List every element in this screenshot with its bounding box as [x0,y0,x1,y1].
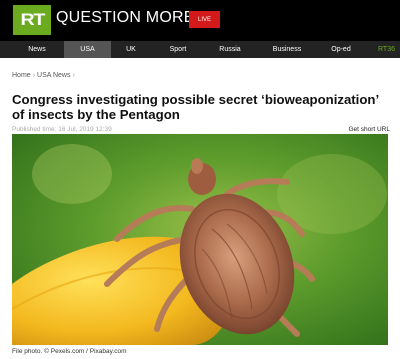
photo-caption: File photo. © Pexels.com / Pixabay.com [12,348,127,355]
nav-item-russia[interactable]: Russia [214,41,246,58]
main-nav: News USA UK Sport Russia Business Op-ed … [0,41,400,58]
breadcrumb-separator: › [72,72,75,79]
breadcrumb-home[interactable]: Home [12,72,31,79]
tick-photo-icon [12,134,388,345]
site-header: RT QUESTION MORE LIVE [0,0,400,41]
breadcrumb: Home › USA News › [12,72,77,79]
nav-item-business[interactable]: Business [269,41,305,58]
rt-logo[interactable]: RT [13,5,51,35]
nav-item-rt360[interactable]: RT36 [378,41,400,58]
breadcrumb-usa-news[interactable]: USA News [37,72,70,79]
nav-item-uk[interactable]: UK [119,41,143,58]
article-photo [12,134,388,345]
nav-item-usa[interactable]: USA [64,41,111,58]
nav-item-news[interactable]: News [22,41,52,58]
article-title: Congress investigating possible secret ‘… [12,92,379,122]
site-tagline: QUESTION MORE [56,9,195,26]
nav-item-sport[interactable]: Sport [164,41,192,58]
short-url-link[interactable]: Get short URL [348,126,390,133]
logo-text: RT [20,10,45,29]
published-time: Published time: 16 Jul, 2019 12:39 [12,126,112,133]
live-button[interactable]: LIVE [189,11,220,28]
nav-item-op-ed[interactable]: Op-ed [326,41,356,58]
breadcrumb-separator: › [32,72,36,79]
